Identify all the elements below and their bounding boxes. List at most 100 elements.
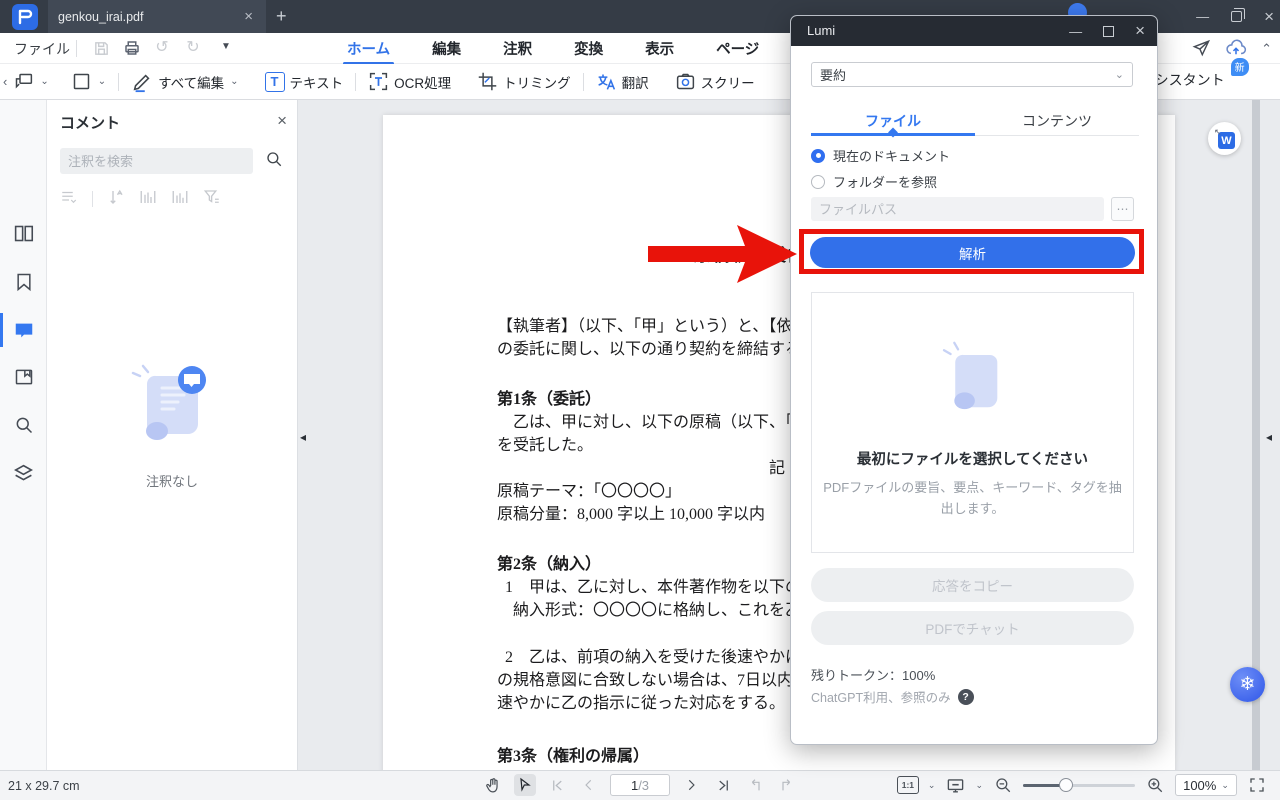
new-tab-button[interactable]: + <box>276 6 287 26</box>
search-icon[interactable] <box>12 413 35 436</box>
lumi-mode-value: 要約 <box>820 68 847 83</box>
comment-filter-icon[interactable] <box>203 188 221 209</box>
zoom-level-select[interactable]: 100% ⌄ <box>1175 774 1237 796</box>
first-page-icon[interactable] <box>546 774 568 796</box>
next-view-icon[interactable] <box>776 774 798 796</box>
document-tab[interactable]: genkou_irai.pdf × <box>48 0 266 33</box>
last-page-icon[interactable] <box>712 774 734 796</box>
previous-view-icon[interactable] <box>744 774 766 796</box>
share-icon[interactable] <box>1192 38 1211 60</box>
save-icon[interactable] <box>92 39 110 57</box>
browse-button[interactable]: ⋯ <box>1111 197 1134 221</box>
lumi-close-button[interactable]: × <box>1135 21 1145 41</box>
bookmarks-icon[interactable] <box>12 270 35 293</box>
edit-all-button[interactable]: すべて編集 ⌄ <box>131 71 239 93</box>
convert-arrow-icon: ↖ <box>1214 127 1222 137</box>
divider <box>355 72 357 91</box>
crop-button[interactable]: トリミング <box>477 71 571 92</box>
ocr-icon <box>368 71 389 92</box>
select-tool-icon[interactable] <box>514 774 536 796</box>
annotation-highlight-box <box>799 229 1144 274</box>
window-close-button[interactable]: × <box>1264 7 1274 27</box>
collapse-right-panel-handle[interactable]: ◂ <box>1266 424 1278 450</box>
crop-label: トリミング <box>503 75 571 91</box>
tab-page[interactable]: ページ <box>714 33 761 64</box>
new-badge: 新 <box>1230 58 1249 76</box>
collapse-toolbar-icon[interactable]: ⌃ <box>1261 41 1272 57</box>
tab-comment[interactable]: 注釈 <box>501 33 534 64</box>
text-label: テキスト <box>289 75 344 91</box>
tab-edit[interactable]: 編集 <box>430 33 463 64</box>
current-page: 1 <box>630 777 639 793</box>
tab-convert[interactable]: 変換 <box>572 33 605 64</box>
next-page-icon[interactable] <box>680 774 702 796</box>
radio-browse-folder-label: フォルダーを参照 <box>833 175 938 190</box>
comments-close-icon[interactable]: × <box>277 111 287 131</box>
print-icon[interactable] <box>123 39 141 57</box>
callout-tool-button[interactable]: ⌄ <box>13 71 49 92</box>
copy-response-button[interactable]: 応答をコピー <box>811 568 1134 602</box>
no-annotations-illustration <box>131 364 206 440</box>
lumi-mode-select[interactable]: 要約 ⌄ <box>811 62 1133 87</box>
comment-page-sort-icon[interactable] <box>139 188 157 209</box>
file-path-input[interactable] <box>811 197 1104 221</box>
app-logo-icon <box>12 4 38 30</box>
lumi-minimize-button[interactable]: — <box>1069 24 1082 39</box>
shape-tool-button[interactable]: ⌄ <box>71 71 106 92</box>
chat-with-pdf-button[interactable]: PDFでチャット <box>811 611 1134 645</box>
chevron-down-icon: ⌄ <box>1114 69 1124 81</box>
comment-sort-icon[interactable] <box>107 188 125 209</box>
usage-note-label: ChatGPT利用、参照のみ <box>811 691 951 705</box>
undo-icon[interactable]: ↺ <box>153 39 171 57</box>
collapse-left-panel-handle[interactable]: ◂ <box>300 424 312 450</box>
translate-button[interactable]: 翻訳 <box>596 71 649 92</box>
lumi-tab-file[interactable]: ファイル <box>811 106 975 138</box>
zoom-slider[interactable] <box>1023 774 1135 796</box>
actual-size-icon[interactable]: 1:1 <box>896 776 919 794</box>
lumi-maximize-button[interactable] <box>1103 25 1115 37</box>
layers-icon[interactable] <box>12 462 35 485</box>
hand-tool-icon[interactable] <box>482 774 504 796</box>
document-tab-title: genkou_irai.pdf <box>58 9 144 24</box>
lumi-tab-content[interactable]: コンテンツ <box>975 106 1139 135</box>
file-menu[interactable]: ファイル <box>14 39 70 59</box>
fit-page-icon[interactable] <box>944 774 966 796</box>
thumbnails-icon[interactable] <box>12 222 35 245</box>
radio-unselected-icon[interactable] <box>811 174 825 189</box>
zoom-slider-thumb[interactable] <box>1059 778 1073 792</box>
zoom-out-icon[interactable] <box>992 774 1014 796</box>
previous-page-icon[interactable] <box>578 774 600 796</box>
toolbar-scroll-left-icon[interactable]: ‹ <box>3 74 7 89</box>
lumi-ai-floating-button[interactable]: ❄ <box>1230 667 1265 702</box>
cloud-upload-icon[interactable] <box>1225 38 1247 60</box>
screenshot-label: スクリー <box>700 75 755 91</box>
redo-icon[interactable]: ↻ <box>184 39 202 57</box>
page-number-input[interactable]: 1 /3 <box>610 774 670 796</box>
radio-current-document[interactable]: 現在のドキュメント <box>811 146 950 165</box>
zoom-in-icon[interactable] <box>1144 774 1166 796</box>
text-tool-button[interactable]: T テキスト <box>264 71 344 92</box>
tab-home[interactable]: ホーム <box>342 33 395 65</box>
window-restore-button[interactable] <box>1231 8 1246 22</box>
comments-search-icon[interactable] <box>265 150 283 171</box>
radio-browse-folder[interactable]: フォルダーを参照 <box>811 172 937 191</box>
radio-selected-icon[interactable] <box>811 148 825 163</box>
comments-search-input[interactable] <box>60 148 253 174</box>
lumi-titlebar: Lumi — × <box>791 16 1157 46</box>
attachments-icon[interactable] <box>12 365 35 388</box>
comments-icon[interactable] <box>12 318 35 341</box>
quick-tools-dropdown-icon[interactable]: ▼ <box>221 41 231 52</box>
chevron-down-icon[interactable]: ⌄ <box>975 780 983 791</box>
chevron-down-icon[interactable]: ⌄ <box>928 780 936 791</box>
window-minimize-button[interactable]: — <box>1196 9 1209 24</box>
comment-list-options-icon[interactable] <box>60 188 78 209</box>
convert-to-word-button[interactable]: ↖ W <box>1208 122 1241 155</box>
tab-view[interactable]: 表示 <box>643 33 676 64</box>
screenshot-button[interactable]: スクリー <box>675 71 755 92</box>
comment-author-sort-icon[interactable] <box>171 188 189 209</box>
tab-close-icon[interactable]: × <box>241 8 256 25</box>
ocr-button[interactable]: OCR処理 <box>368 71 451 92</box>
ribbon-tabs: ホーム 編集 注釈 変換 表示 ページ ツール <box>342 33 847 65</box>
fullscreen-icon[interactable] <box>1246 774 1268 796</box>
usage-help-icon[interactable]: ? <box>957 688 974 705</box>
